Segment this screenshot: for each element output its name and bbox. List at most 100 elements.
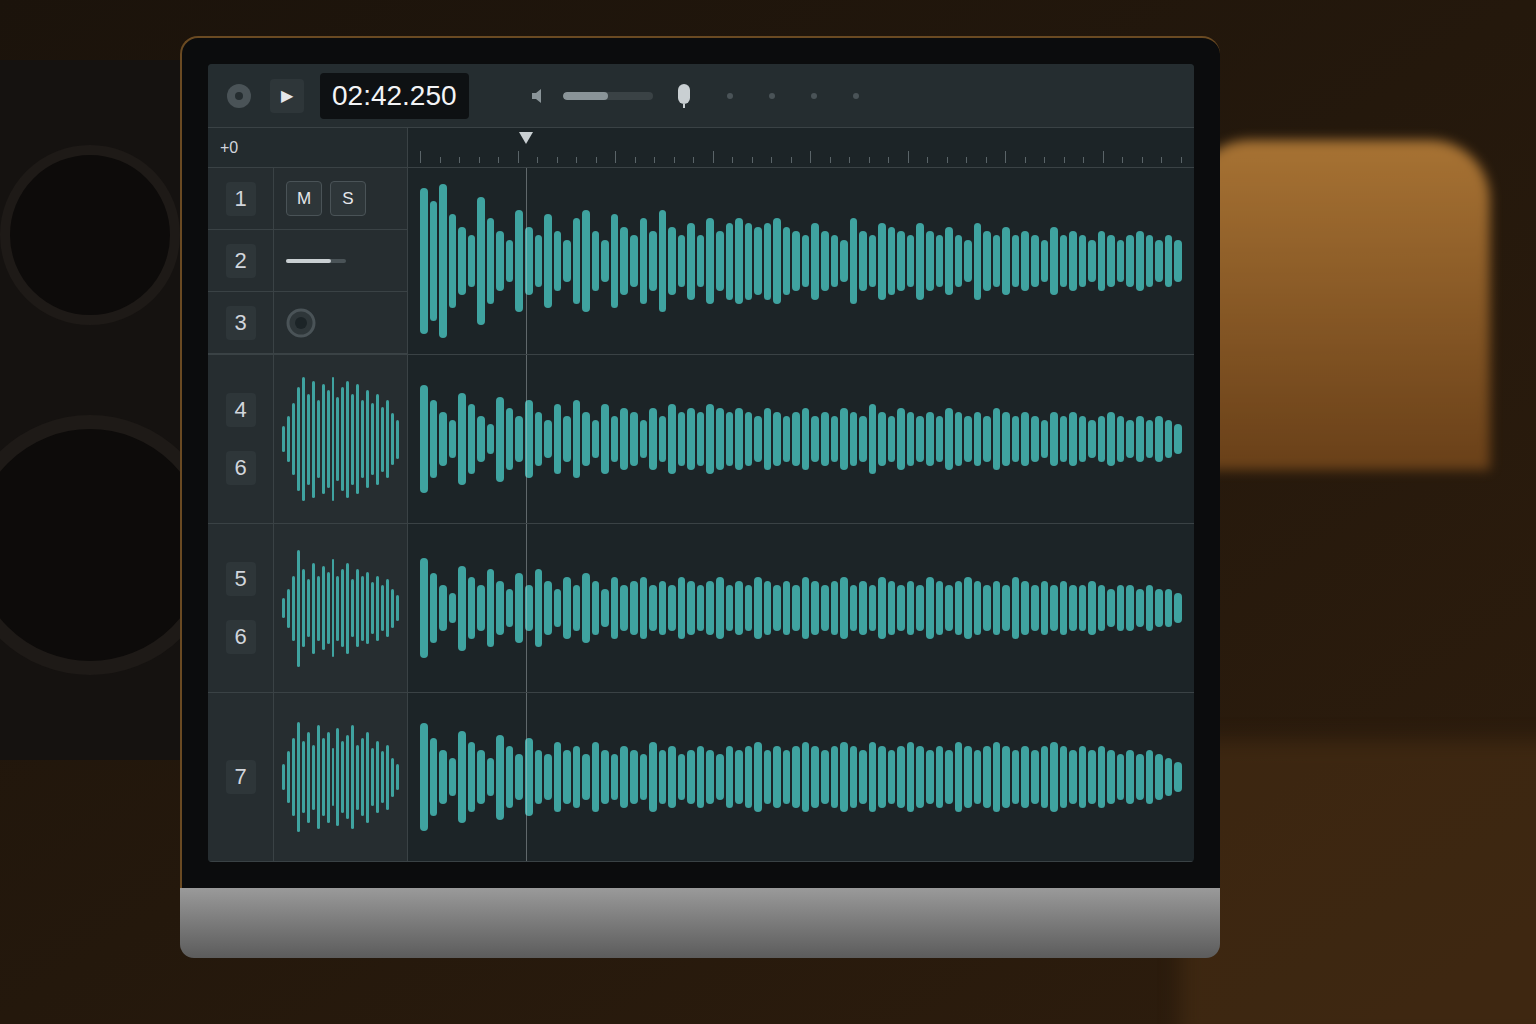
waveform-bar (1060, 416, 1068, 462)
waveform-bar (745, 223, 753, 300)
waveform-bar (361, 738, 364, 816)
tool-icon[interactable] (757, 81, 787, 111)
mic-icon[interactable] (669, 81, 699, 111)
waveform-bar (535, 412, 543, 466)
waveform-bar (1155, 416, 1163, 462)
ruler-tick (713, 151, 714, 163)
waveform-bar (1012, 577, 1020, 639)
waveform-bar (1136, 416, 1144, 462)
track-header: 1MS (208, 168, 407, 230)
waveform-bar (821, 750, 829, 804)
waveform-bar (1069, 412, 1077, 466)
waveform-bar (1002, 746, 1010, 808)
waveform-bar (840, 408, 848, 470)
waveform-bar (544, 754, 552, 800)
waveform-bar (449, 593, 457, 624)
waveform-lane[interactable] (408, 355, 1194, 523)
waveform-bar (292, 576, 295, 641)
disc-icon[interactable] (224, 81, 254, 111)
toolbar: ▶02:42.250 (208, 64, 1194, 128)
waveform-bar (869, 235, 877, 286)
waveform-lane[interactable] (408, 693, 1194, 861)
waveform-bar (1031, 416, 1039, 462)
waveform-bar (496, 231, 504, 291)
waveform-bar (287, 751, 290, 803)
waveform-bar (535, 569, 543, 646)
waveform-bar (582, 412, 590, 466)
waveform-bar (964, 416, 972, 462)
waveform-bar (668, 404, 676, 474)
waveform-bar (297, 387, 300, 491)
waveform-bar (468, 742, 476, 812)
monitor: ▶02:42.250+01MS2346567 (180, 36, 1220, 958)
waveform-bar (1079, 746, 1087, 808)
ruler-tick (459, 157, 460, 163)
waveform-bar (302, 377, 305, 501)
waveform-bar (312, 745, 315, 810)
tracks-area: 1MS2346567 (208, 168, 1194, 862)
ruler-tick (947, 157, 948, 163)
ruler-tick (986, 157, 987, 163)
waveform-bar (850, 585, 858, 631)
waveform-lane[interactable] (408, 524, 1194, 692)
waveform-bar (859, 750, 867, 804)
waveform-bar (983, 585, 991, 631)
timeline-ruler[interactable] (408, 128, 1194, 167)
waveform-bar (955, 235, 963, 286)
ruler-tick (576, 157, 577, 163)
tool-icon[interactable] (715, 81, 745, 111)
waveform-bar (869, 404, 877, 474)
waveform-bar (332, 377, 335, 501)
ruler-tick (1103, 151, 1104, 163)
waveform-bar (983, 231, 991, 291)
waveform-bar (620, 408, 628, 470)
waveform-bar (878, 412, 886, 466)
ruler-tick (1044, 157, 1045, 163)
track-control: MS (274, 168, 407, 229)
waveform-bar (356, 569, 359, 647)
knob-icon[interactable] (286, 308, 316, 338)
ruler-tick (615, 151, 616, 163)
ruler-row: +0 (208, 128, 1194, 168)
waveform-bar (1012, 750, 1020, 804)
waveform-bar (477, 197, 485, 325)
waveform-bar (544, 214, 552, 308)
waveform-bar (811, 746, 819, 808)
waveform-bar (840, 742, 848, 812)
volume-slider[interactable] (563, 92, 653, 100)
waveform-bar (282, 598, 285, 618)
waveform-bar (297, 550, 300, 667)
waveform-bar (1107, 750, 1115, 804)
waveform-bar (916, 416, 924, 462)
waveform-bar (601, 750, 609, 804)
waveform-bar (659, 210, 667, 313)
waveform-bar (802, 577, 810, 639)
fader[interactable] (286, 259, 346, 263)
track-header: 7 (208, 693, 408, 861)
waveform-bar (735, 750, 743, 804)
solo-button[interactable]: S (330, 181, 366, 217)
waveform-bar (888, 227, 896, 295)
ruler-tick (420, 151, 421, 163)
waveform-bar (563, 577, 571, 639)
playhead[interactable] (519, 132, 533, 144)
waveform-bar (859, 416, 867, 462)
waveform-bar (678, 235, 686, 286)
ruler-tick (1064, 157, 1065, 163)
speaker-icon[interactable] (525, 81, 555, 111)
waveform-bar (1088, 420, 1096, 459)
waveform-thumbnail (274, 524, 407, 692)
waveform-bar (420, 558, 428, 658)
tool-icon[interactable] (799, 81, 829, 111)
track-number-cell: 1 (208, 168, 274, 229)
waveform-bar (396, 595, 399, 621)
waveform-bar (916, 746, 924, 808)
mute-button[interactable]: M (286, 181, 322, 217)
waveform-bar (544, 420, 552, 459)
play-button[interactable]: ▶ (270, 79, 304, 113)
waveform-bar (506, 240, 514, 283)
waveform-lane[interactable] (408, 168, 1194, 354)
track-row: 46 (208, 355, 1194, 524)
tool-icon[interactable] (841, 81, 871, 111)
waveform-bar (458, 566, 466, 651)
